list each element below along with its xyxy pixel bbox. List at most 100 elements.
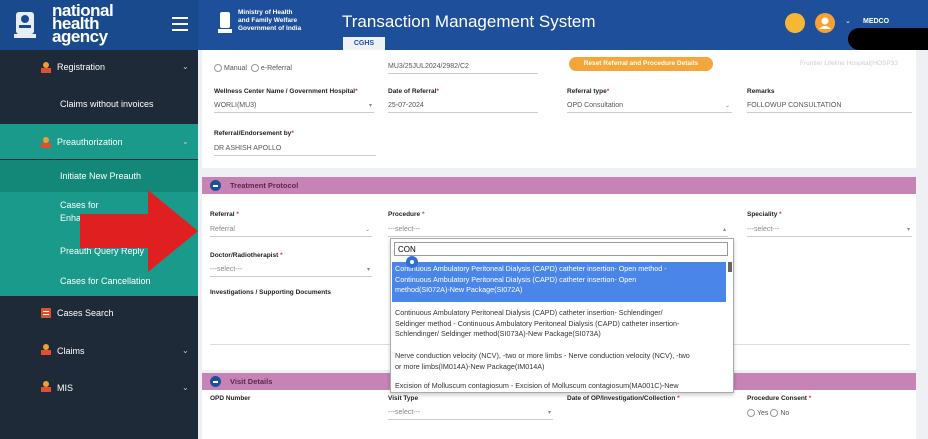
chevron-down-icon: ⌄	[182, 346, 189, 355]
sidebar-item-preauthorization[interactable]: Preauthorization ⌄	[0, 124, 198, 159]
option-line: Excision of Molluscum contagiosum - Exci…	[395, 381, 679, 390]
procedure-label-text: Procedure	[388, 211, 421, 218]
procedure-label: Procedure *	[388, 211, 425, 218]
manual-radio[interactable]	[214, 64, 222, 72]
referral-select[interactable]: Referral ⌄	[210, 224, 372, 237]
doctor-label: Doctor/Radiotherapist *	[210, 252, 283, 259]
referral-number-field[interactable]: MU3/25JUL2024/2982/C2	[388, 61, 538, 74]
date-label-text: Date of Referral	[388, 88, 437, 95]
collapse-icon[interactable]	[210, 180, 221, 191]
speciality-select-value: ---select---	[747, 226, 780, 233]
date-of-referral-field[interactable]: 25-07-2024	[388, 100, 538, 113]
sidebar-item-label: Initiate New Preauth	[60, 171, 142, 181]
yes-label: Yes	[757, 409, 769, 417]
sidebar-item-label: Cases for Cancellation	[60, 276, 151, 286]
section-title: Visit Details	[230, 377, 273, 386]
ereferral-label: e-Referral	[260, 64, 292, 72]
remarks-field[interactable]: FOLLOWUP CONSULTATION	[747, 100, 912, 113]
doctor-select[interactable]: ---select--- ▾	[210, 264, 372, 277]
avatar[interactable]	[815, 13, 835, 33]
chevron-down-icon[interactable]: ⌄	[845, 17, 851, 25]
investigations-label: Investigations / Supporting Documents	[210, 289, 331, 296]
endorse-label-text: Referral/Endorsement by	[214, 130, 292, 137]
chevron-down-icon: ▾	[366, 267, 370, 273]
red-arrow-annotation-icon	[80, 190, 198, 272]
sidebar-item-label: Claims without invoices	[60, 99, 154, 109]
procedure-select[interactable]: ---select--- ▴	[388, 224, 728, 237]
procedure-dropdown[interactable]: CON Continuous Ambulatory Peritoneal Dia…	[390, 238, 734, 393]
chevron-down-icon: ▾	[547, 410, 551, 416]
user-icon	[41, 62, 51, 73]
chevron-down-icon: ▾	[906, 227, 910, 233]
user-icon	[41, 381, 51, 392]
consent-label-text: Procedure Consent	[747, 395, 807, 402]
referral-type-label: Referral type*	[567, 88, 610, 95]
visit-type-select[interactable]: ---select--- ▾	[388, 407, 553, 420]
sidebar-item-claims[interactable]: Claims ⌄	[0, 338, 198, 368]
procedure-search-input[interactable]: CON	[394, 242, 728, 256]
referral-card: Manual e-Referral MU3/25JUL2024/2982/C2 …	[202, 50, 916, 168]
speciality-label: Speciality *	[747, 211, 782, 218]
section-title: Treatment Protocol	[230, 181, 299, 190]
option-line: Continuous Ambulatory Peritoneal Dialysi…	[395, 264, 667, 273]
option-line: Seldinger method - Continuous Ambulatory…	[395, 318, 680, 328]
manual-label: Manual	[224, 64, 247, 72]
visit-type-value: ---select---	[388, 409, 421, 416]
sidebar-item-label: Preauthorization	[57, 137, 123, 147]
search-file-icon	[41, 308, 51, 318]
ministry-text: Ministry of Health and Family Welfare Go…	[238, 9, 301, 33]
remarks-label: Remarks	[747, 88, 775, 95]
top-header: national health agency Ministry of Healt…	[0, 0, 928, 50]
tab-cghs[interactable]: CGHS	[343, 37, 385, 50]
chevron-down-icon: ⌄	[182, 137, 189, 146]
sidebar-item-mis[interactable]: MIS ⌄	[0, 375, 198, 405]
consent-yes-radio[interactable]	[747, 409, 755, 417]
hamburger-menu-icon[interactable]	[172, 17, 188, 31]
sidebar-item-initiate-new-preauth[interactable]: Initiate New Preauth	[0, 160, 198, 192]
endorsement-label: Referral/Endorsement by*	[214, 130, 294, 137]
redacted-user-info	[848, 28, 928, 50]
collapse-icon[interactable]	[210, 376, 221, 387]
visit-type-label: Visit Type	[388, 395, 419, 402]
option-line: Schlendinger/ Seldinger method(SI073A)-N…	[395, 329, 601, 338]
option-line: or more limbs(IM014A)-New Package(IM014A…	[395, 361, 545, 371]
national-emblem-icon	[14, 12, 36, 38]
speciality-select[interactable]: ---select--- ▾	[747, 224, 912, 237]
chevron-down-icon: ⌄	[182, 383, 189, 392]
sidebar-item-label: MIS	[57, 383, 74, 393]
option-line: Continuous Ambulatory Peritoneal Dialysi…	[395, 274, 637, 284]
wellness-label-text: Wellness Center Name / Government Hospit…	[214, 88, 356, 95]
wellness-center-select[interactable]: WORLI(MU3) ▾	[214, 100, 374, 113]
reset-referral-button[interactable]: Reset Referral and Procedure Details	[569, 57, 713, 71]
sidebar-item-claims-without-invoices[interactable]: Claims without invoices	[0, 85, 198, 123]
dropdown-scrollbar[interactable]	[728, 262, 732, 272]
list-item[interactable]: Nerve conduction velocity (NCV), -two or…	[392, 349, 726, 377]
endorsement-field[interactable]: DR ASHISH APOLLO	[214, 143, 376, 156]
chevron-down-icon: ⌄	[364, 227, 370, 233]
date-of-referral-label: Date of Referral*	[388, 88, 439, 95]
sidebar-item-registration[interactable]: Registration ⌄	[0, 52, 198, 82]
user-icon	[41, 137, 51, 148]
ereferral-radio[interactable]	[250, 64, 259, 72]
hospital-name: Frontier Lifeline Hospital(HOSP33	[800, 60, 898, 67]
chevron-down-icon: ⌄	[182, 62, 189, 71]
list-item[interactable]: Continuous Ambulatory Peritoneal Dialysi…	[392, 306, 726, 346]
sidebar-item-cases-search[interactable]: Cases Search	[0, 300, 198, 330]
list-item[interactable]: Continuous Ambulatory Peritoneal Dialysi…	[392, 262, 726, 302]
ministry-line-3: Government of India	[238, 25, 302, 32]
list-item[interactable]: Excision of Molluscum contagiosum - Exci…	[392, 379, 726, 391]
type-label-text: Referral type	[567, 88, 607, 95]
consent-no-radio[interactable]	[770, 409, 779, 417]
referral-mode-radios: Manual e-Referral	[214, 64, 292, 72]
notification-icon[interactable]	[785, 13, 805, 33]
ministry-emblem-icon	[218, 12, 232, 33]
brand-area: national health agency	[0, 0, 198, 50]
treatment-protocol-header[interactable]: Treatment Protocol	[202, 177, 916, 194]
wellness-value: WORLI(MU3)	[214, 102, 257, 109]
option-line: method(SI072A)-New Package(SI072A)	[395, 285, 523, 294]
sidebar-item-label: Enha	[60, 213, 82, 223]
referral-select-label: Referral *	[210, 211, 239, 218]
nha-logo-text: national health agency	[52, 2, 114, 45]
ministry-line-2: and Family Welfare	[238, 17, 298, 24]
referral-type-select[interactable]: OPD Consultation ⌄	[567, 100, 732, 113]
